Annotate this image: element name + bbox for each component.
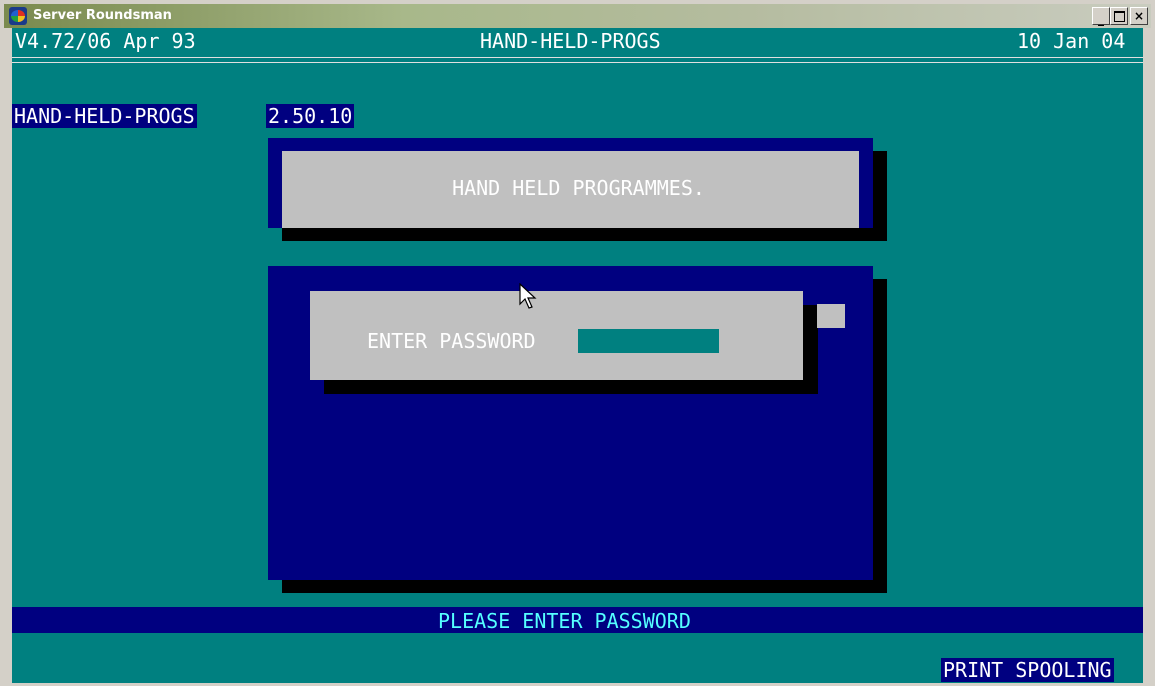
version-text: V4.72/06 Apr 93	[15, 29, 196, 53]
maximize-button[interactable]	[1110, 7, 1128, 25]
app-window: Server Roundsman _ × V4.72/06 Apr 93 HAN…	[0, 0, 1155, 686]
app-icon[interactable]	[9, 7, 27, 25]
status-message: PLEASE ENTER PASSWORD	[438, 609, 691, 633]
password-input[interactable]	[578, 329, 719, 353]
close-button[interactable]: ×	[1130, 7, 1148, 25]
maximize-icon	[1113, 10, 1125, 22]
minimize-icon: _	[1098, 12, 1104, 26]
program-info: HAND-HELD-PROGS	[12, 103, 197, 129]
title-bar[interactable]: Server Roundsman _ ×	[4, 4, 1151, 28]
page-title: HAND HELD PROGRAMMES.	[452, 176, 705, 200]
window-title: Server Roundsman	[33, 8, 172, 23]
program-version-wrap: 2.50.10	[266, 103, 355, 129]
screen-name: HAND-HELD-PROGS	[480, 29, 661, 53]
close-icon: ×	[1133, 9, 1145, 23]
header-bar: V4.72/06 Apr 93 HAND-HELD-PROGS 10 Jan 0…	[12, 28, 1143, 54]
print-spooling-indicator: PRINT SPOOLING	[941, 658, 1114, 682]
date-text: 10 Jan 04	[1017, 29, 1126, 53]
minimize-button[interactable]: _	[1092, 7, 1110, 26]
scroll-indicator	[817, 304, 845, 328]
program-name: HAND-HELD-PROGS	[12, 104, 197, 128]
password-label: ENTER PASSWORD	[367, 329, 536, 353]
header-divider	[12, 57, 1143, 63]
program-version: 2.50.10	[266, 104, 355, 128]
mouse-pointer-icon	[519, 283, 537, 309]
